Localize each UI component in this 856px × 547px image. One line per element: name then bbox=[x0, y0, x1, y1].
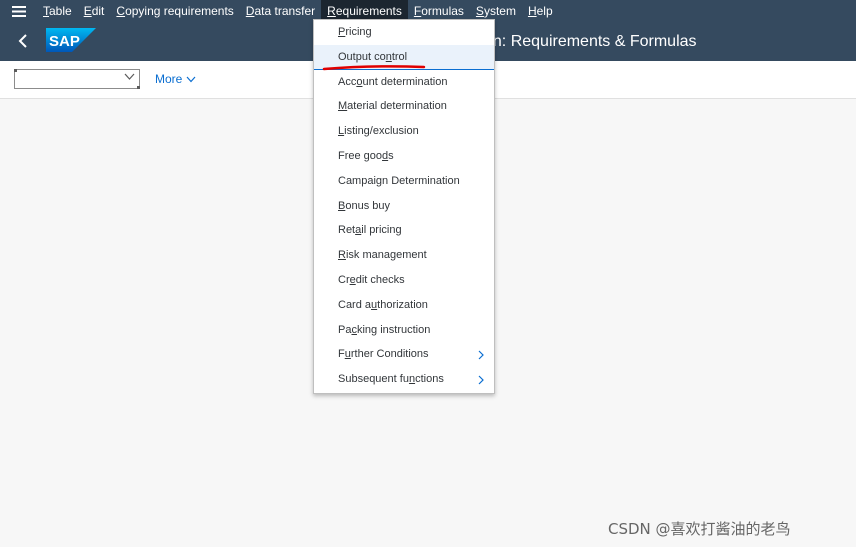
variant-combobox[interactable] bbox=[14, 69, 140, 89]
hamburger-menu-icon[interactable] bbox=[0, 0, 37, 22]
dropdown-item-card-authorization[interactable]: Card authorization bbox=[314, 293, 494, 318]
menu-data-transfer[interactable]: Data transfer bbox=[240, 0, 321, 22]
chevron-right-icon bbox=[478, 350, 484, 360]
dropdown-item-material-determination[interactable]: Material determination bbox=[314, 94, 494, 119]
chevron-right-icon bbox=[478, 375, 484, 385]
dropdown-item-packing-instruction[interactable]: Packing instruction bbox=[314, 318, 494, 343]
dropdown-item-bonus-buy[interactable]: Bonus buy bbox=[314, 194, 494, 219]
menu-copying-requirements[interactable]: Copying requirements bbox=[110, 0, 239, 22]
dropdown-item-subsequent-functions[interactable]: Subsequent functions bbox=[314, 367, 494, 392]
dropdown-item-further-conditions[interactable]: Further Conditions bbox=[314, 342, 494, 367]
dropdown-item-retail-pricing[interactable]: Retail pricing bbox=[314, 218, 494, 243]
dropdown-item-listing-exclusion[interactable]: Listing/exclusion bbox=[314, 119, 494, 144]
more-button[interactable]: More bbox=[155, 72, 196, 86]
back-button[interactable] bbox=[12, 30, 34, 52]
chevron-down-icon bbox=[186, 76, 196, 82]
chevron-down-icon bbox=[124, 73, 135, 80]
dropdown-item-campaign-determination[interactable]: Campaign Determination bbox=[314, 169, 494, 194]
dropdown-item-risk-management[interactable]: Risk management bbox=[314, 243, 494, 268]
sap-logo: SAP bbox=[46, 28, 96, 52]
dropdown-item-credit-checks[interactable]: Credit checks bbox=[314, 268, 494, 293]
menu-table[interactable]: Table bbox=[37, 0, 78, 22]
menu-edit[interactable]: Edit bbox=[78, 0, 111, 22]
page-title: tain: Requirements & Formulas bbox=[476, 33, 697, 50]
dropdown-item-free-goods[interactable]: Free goods bbox=[314, 144, 494, 169]
more-label: More bbox=[155, 72, 183, 86]
dropdown-item-output-control[interactable]: Output control bbox=[314, 44, 494, 71]
svg-text:SAP: SAP bbox=[49, 33, 80, 50]
requirements-dropdown-menu: Pricing Output control Account determina… bbox=[313, 19, 495, 394]
chevron-left-icon bbox=[18, 34, 27, 48]
dropdown-item-account-determination[interactable]: Account determination bbox=[314, 70, 494, 95]
menu-help[interactable]: Help bbox=[522, 0, 559, 22]
dropdown-item-pricing[interactable]: Pricing bbox=[314, 20, 494, 45]
watermark: CSDN @喜欢打酱油的老鸟 bbox=[608, 520, 791, 538]
